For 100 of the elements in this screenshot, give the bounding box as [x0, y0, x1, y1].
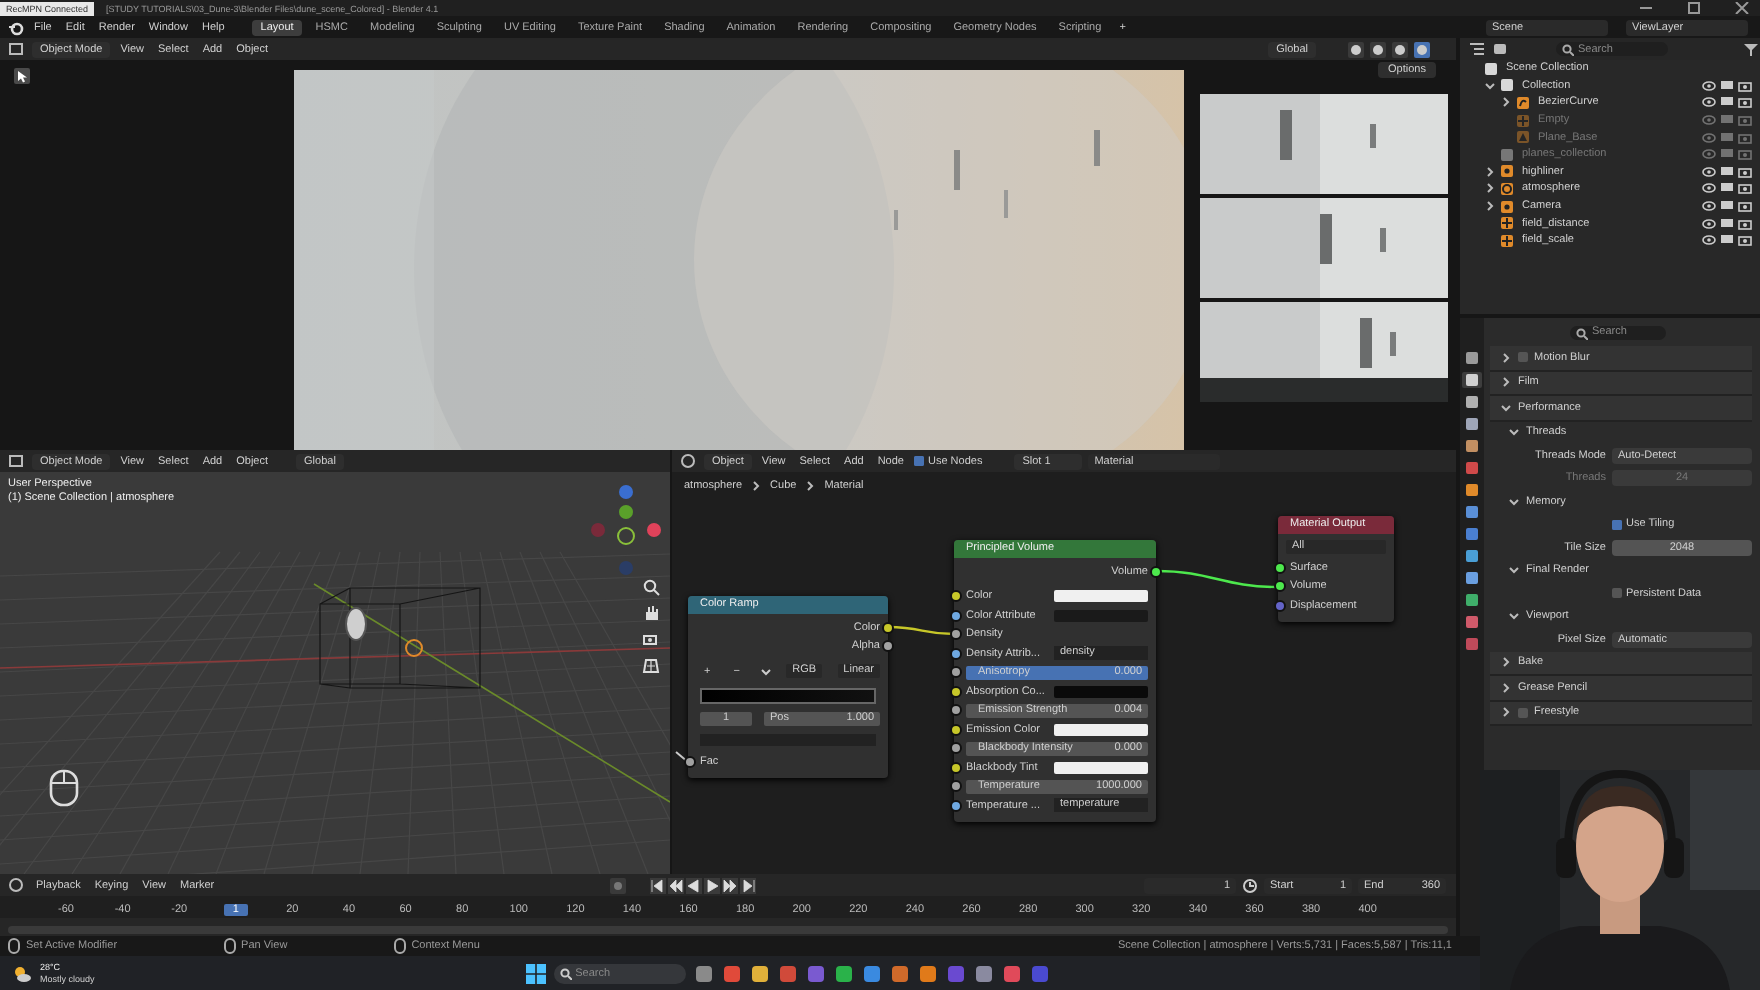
color-swatch[interactable] — [1054, 685, 1148, 698]
start-button[interactable] — [525, 963, 546, 983]
close-icon[interactable] — [1734, 2, 1750, 14]
app-icon[interactable] — [749, 963, 770, 983]
camera-icon[interactable] — [1738, 217, 1752, 230]
camera-icon[interactable] — [1738, 234, 1752, 247]
app-icon[interactable] — [1001, 963, 1022, 983]
editor-type-icon[interactable] — [8, 878, 26, 892]
eye-icon[interactable] — [1702, 165, 1716, 178]
camera-icon[interactable] — [642, 630, 660, 648]
weather-icon[interactable] — [12, 963, 32, 983]
input-socket[interactable] — [949, 761, 961, 774]
minimize-icon[interactable] — [1638, 2, 1654, 14]
editor-type-icon[interactable] — [8, 42, 26, 56]
clock-icon[interactable] — [1242, 877, 1259, 893]
keyframe-forward-button[interactable] — [722, 877, 739, 893]
input-socket[interactable] — [949, 704, 961, 717]
properties-tab[interactable] — [1462, 614, 1482, 630]
select-tool-icon[interactable] — [14, 68, 30, 84]
jump-end-button[interactable] — [740, 877, 757, 893]
color-swatch[interactable] — [1054, 723, 1148, 736]
editor-type-icon[interactable] — [680, 454, 698, 468]
input-socket[interactable] — [683, 755, 695, 768]
keyframe-back-button[interactable] — [668, 877, 685, 893]
maximize-icon[interactable] — [1686, 2, 1702, 14]
object-icon — [1516, 95, 1530, 110]
input-socket[interactable] — [949, 666, 961, 679]
caret-icon[interactable] — [759, 665, 772, 678]
output-socket[interactable] — [881, 640, 893, 653]
properties-tab[interactable] — [1462, 350, 1482, 366]
properties-tab[interactable] — [1462, 526, 1482, 542]
camera-icon[interactable] — [1738, 165, 1752, 178]
panel-checkbox[interactable] — [1518, 707, 1528, 718]
shading-mode-button[interactable] — [1414, 41, 1430, 57]
properties-tab[interactable] — [1462, 372, 1482, 388]
app-icon[interactable] — [861, 963, 882, 983]
properties-tab[interactable] — [1462, 460, 1482, 476]
jump-start-button[interactable] — [650, 877, 667, 893]
display-mode-icon[interactable] — [1492, 42, 1510, 56]
input-socket[interactable] — [949, 723, 961, 736]
eye-icon[interactable] — [1702, 217, 1716, 230]
eye-icon[interactable] — [1702, 96, 1716, 109]
app-icon[interactable] — [973, 963, 994, 983]
eye-icon[interactable] — [1702, 79, 1716, 92]
properties-tab[interactable] — [1462, 416, 1482, 432]
eye-icon[interactable] — [1702, 182, 1716, 195]
properties-tab[interactable] — [1462, 394, 1482, 410]
camera-icon[interactable] — [1738, 96, 1752, 109]
node-card[interactable] — [954, 540, 1156, 821]
app-icon[interactable] — [917, 963, 938, 983]
input-socket[interactable] — [949, 628, 961, 641]
input-socket[interactable] — [949, 780, 961, 793]
camera-icon[interactable] — [1738, 182, 1752, 195]
shading-mode-button[interactable] — [1392, 41, 1408, 57]
mouse-icon — [393, 938, 406, 954]
hand-icon[interactable] — [642, 604, 660, 622]
panel-checkbox[interactable] — [1518, 352, 1528, 363]
app-icon[interactable] — [777, 963, 798, 983]
navigation-gizmo-drawing[interactable] — [590, 482, 662, 578]
color-swatch[interactable] — [1054, 590, 1148, 603]
output-socket[interactable] — [1149, 565, 1161, 578]
camera-icon[interactable] — [1738, 79, 1752, 92]
input-socket[interactable] — [949, 742, 961, 755]
shading-mode-button[interactable] — [1348, 41, 1364, 57]
app-icon[interactable] — [889, 963, 910, 983]
properties-tab[interactable] — [1462, 636, 1482, 652]
empty-object-icon — [405, 639, 423, 657]
app-logo-icon[interactable] — [8, 19, 24, 35]
camera-icon[interactable] — [1738, 200, 1752, 213]
editor-type-icon[interactable] — [8, 454, 26, 468]
input-socket[interactable] — [949, 647, 961, 660]
output-socket[interactable] — [881, 621, 893, 634]
eye-icon[interactable] — [1702, 200, 1716, 213]
play-reverse-button[interactable] — [686, 877, 703, 893]
record-button[interactable] — [610, 877, 627, 893]
input-socket[interactable] — [1273, 580, 1285, 593]
app-icon[interactable] — [721, 963, 742, 983]
properties-tab[interactable] — [1462, 570, 1482, 586]
properties-tab[interactable] — [1462, 438, 1482, 454]
eye-icon[interactable] — [1702, 234, 1716, 247]
editor-type-icon[interactable] — [1468, 42, 1486, 56]
properties-tab[interactable] — [1462, 482, 1482, 498]
filter-icon[interactable] — [1742, 42, 1760, 56]
input-socket[interactable] — [949, 609, 961, 622]
color-swatch[interactable] — [1054, 761, 1148, 774]
app-icon[interactable] — [833, 963, 854, 983]
input-socket[interactable] — [949, 685, 961, 698]
input-socket[interactable] — [1273, 561, 1285, 574]
properties-tab[interactable] — [1462, 504, 1482, 520]
grid-icon[interactable] — [642, 656, 660, 674]
shading-mode-button[interactable] — [1370, 41, 1386, 57]
app-icon[interactable] — [693, 963, 714, 983]
color-ramp-gradient[interactable] — [700, 687, 876, 703]
properties-tab[interactable] — [1462, 592, 1482, 608]
input-socket[interactable] — [949, 590, 961, 603]
zoom-icon[interactable] — [642, 578, 660, 596]
input-socket[interactable] — [949, 799, 961, 812]
play-button[interactable] — [704, 877, 721, 893]
properties-tab[interactable] — [1462, 548, 1482, 564]
input-socket[interactable] — [1273, 599, 1285, 612]
